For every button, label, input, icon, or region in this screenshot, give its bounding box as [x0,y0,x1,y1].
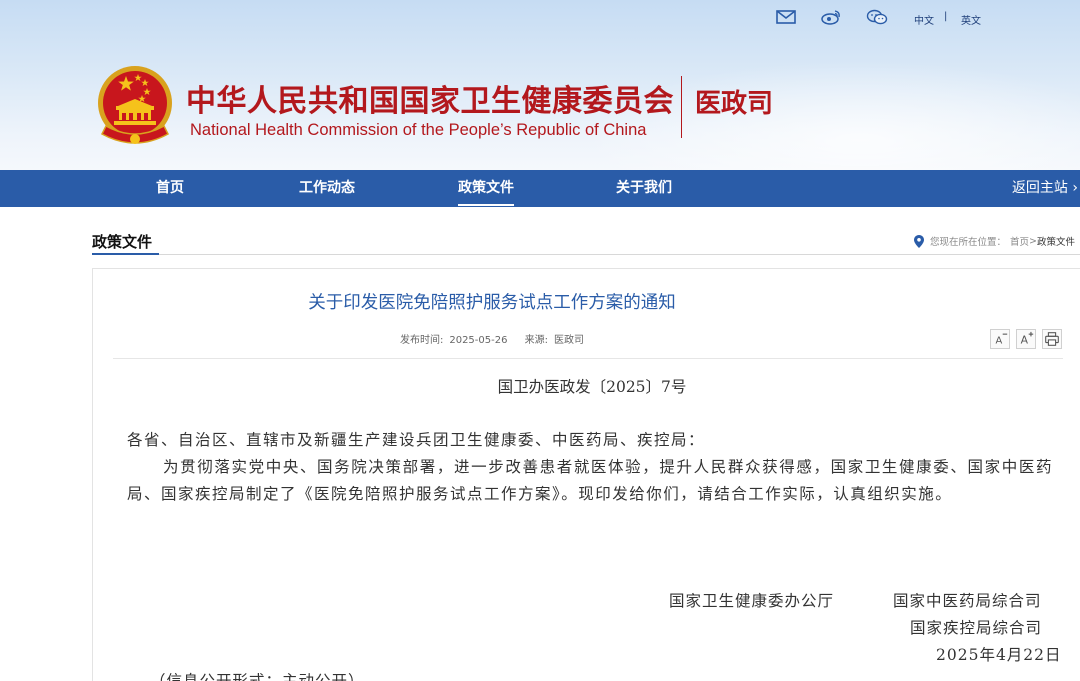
svg-text:A: A [1021,334,1029,347]
print-icon[interactable] [1042,329,1062,349]
title-divider [681,76,682,138]
org-name-en: National Health Commission of the People… [190,121,647,139]
weibo-icon[interactable] [820,8,842,26]
breadcrumb-separator: > [1029,235,1037,247]
org-name-cn: 中华人民共和国国家卫生健康委员会 [186,84,674,119]
article-meta: 发布时间: 2025-05-26 来源: 医政司 [92,331,892,346]
lang-en-link[interactable]: 英文 [961,12,981,27]
svg-text:A: A [996,336,1003,347]
document-number: 国卫办医政发〔2025〕7号 [497,378,687,396]
signer-cdc-bureau: 国家疾控局综合司 [910,619,1043,637]
return-main-site-link[interactable]: 返回主站 › [1012,170,1080,207]
main-nav: 首页 工作动态 政策文件 关于我们 返回主站 › [0,170,1080,207]
publish-date: 2025-05-26 [449,335,508,346]
lang-cn-link[interactable]: 中文 [914,12,934,27]
publish-label: 发布时间: [399,335,444,346]
breadcrumb-home[interactable]: 首页 [1010,234,1029,248]
section-underline [92,253,159,255]
nav-item-about-us[interactable]: 关于我们 [616,170,672,207]
body-paragraph: 为贯彻落实党中央、国务院决策部署，进一步改善患者就医体验，提升人民群众获得感，国… [127,458,1053,503]
site-header: 中文 | 英文 中华人民共和国国家卫生健康委员会 National Health… [0,0,1080,170]
nav-item-home[interactable]: 首页 [156,170,184,207]
salutation: 各省、自治区、直辖市及新疆生产建设兵团卫生健康委、中医药局、疾控局： [127,431,706,449]
nav-item-work-news[interactable]: 工作动态 [299,170,355,207]
disclosure-note: （信息公开形式：主动公开） [150,672,365,681]
dept-name: 医政司 [695,89,774,119]
breadcrumb: 您现在所在位置： 首页 > 政策文件 [914,234,1075,248]
section-rule [92,254,1080,255]
location-pin-icon [914,234,924,248]
article-title: 关于印发医院免陪照护服务试点工作方案的通知 [308,293,676,313]
breadcrumb-prefix: 您现在所在位置： [930,237,1007,248]
mail-icon[interactable] [775,8,797,26]
signer-nhc-office: 国家卫生健康委办公厅 [669,592,835,610]
lang-separator: | [944,11,948,22]
font-decrease-icon[interactable]: A [990,329,1010,349]
national-emblem[interactable] [96,64,174,148]
breadcrumb-current[interactable]: 政策文件 [1037,234,1075,248]
article-divider [113,358,1063,359]
font-increase-icon[interactable]: A [1016,329,1036,349]
source-label: 来源: [524,335,549,346]
source-value: 医政司 [554,335,585,346]
section-title: 政策文件 [92,233,153,251]
nav-item-policy-docs[interactable]: 政策文件 [458,170,514,207]
wechat-icon[interactable] [866,8,888,26]
sign-date: 2025年4月22日 [936,646,1062,664]
signer-tcm-bureau: 国家中医药局综合司 [893,592,1042,610]
